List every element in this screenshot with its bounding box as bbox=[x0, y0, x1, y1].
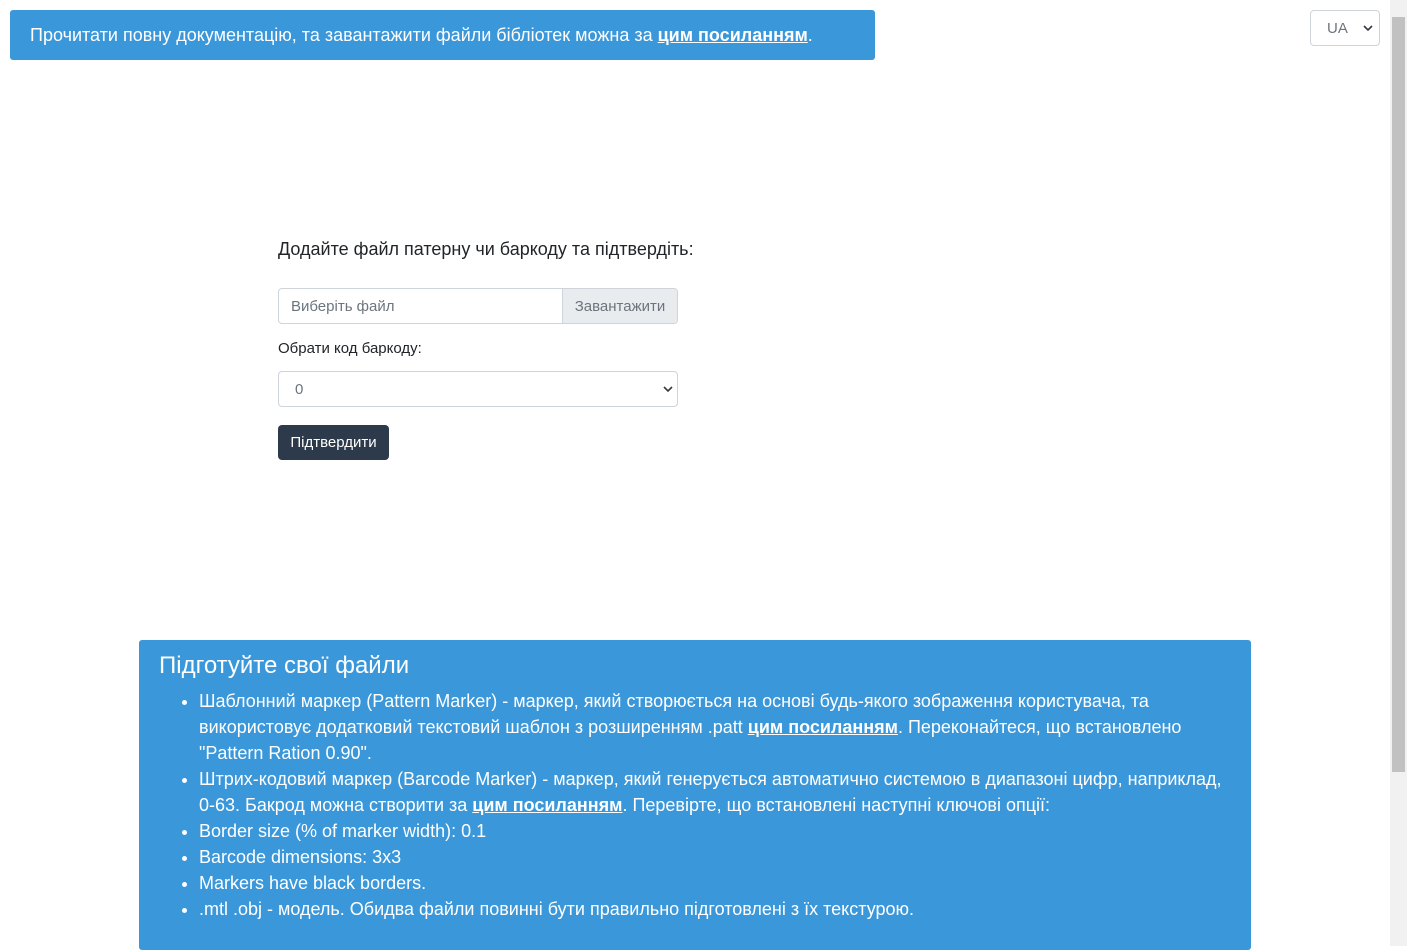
list-item: Barcode dimensions: 3x3 bbox=[199, 844, 1231, 870]
banner-text-end: . bbox=[807, 24, 813, 45]
language-value: UA bbox=[1327, 19, 1348, 37]
barcode-label: Обрати код баркоду: bbox=[278, 340, 422, 357]
panel-title: Підготуйте свої файли bbox=[159, 652, 410, 679]
submit-button[interactable]: Підтвердити bbox=[278, 425, 389, 460]
upload-button[interactable]: Завантажити bbox=[562, 289, 677, 323]
file-input-group[interactable]: Виберіть файл Завантажити bbox=[278, 288, 678, 324]
list-item: Штрих-кодовий маркер (Barcode Marker) - … bbox=[199, 766, 1231, 818]
pattern-link[interactable]: цим посиланням bbox=[748, 717, 898, 737]
list-item: Border size (% of marker width): 0.1 bbox=[199, 818, 1231, 844]
chevron-down-icon bbox=[663, 386, 673, 393]
language-select[interactable]: UA bbox=[1310, 10, 1380, 46]
list-item: Markers have black borders. bbox=[199, 870, 1231, 896]
barcode-value: 0 bbox=[295, 380, 304, 398]
form-prompt: Додайте файл патерну чи баркоду та підтв… bbox=[278, 239, 694, 259]
documentation-link[interactable]: цим посиланням bbox=[658, 25, 808, 45]
list-item: Шаблонний маркер (Pattern Marker) - марк… bbox=[199, 688, 1231, 766]
scrollbar-thumb[interactable] bbox=[1392, 17, 1405, 772]
documentation-banner: Прочитати повну документацію, та заванта… bbox=[10, 10, 875, 60]
prepare-files-panel: Підготуйте свої файли Шаблонний маркер (… bbox=[139, 640, 1251, 950]
page-scrollbar[interactable] bbox=[1390, 0, 1407, 946]
item-text: . Перевірте, що встановлені наступні клю… bbox=[622, 795, 1051, 815]
banner-text: Прочитати повну документацію, та заванта… bbox=[30, 24, 658, 45]
instructions-list: Шаблонний маркер (Pattern Marker) - марк… bbox=[159, 688, 1231, 922]
barcode-select[interactable]: 0 bbox=[278, 371, 678, 407]
barcode-link[interactable]: цим посиланням bbox=[472, 795, 622, 815]
chevron-down-icon bbox=[1363, 25, 1373, 32]
file-input[interactable]: Виберіть файл bbox=[279, 289, 562, 323]
list-item: .mtl .obj - модель. Обидва файли повинні… bbox=[199, 896, 1231, 922]
